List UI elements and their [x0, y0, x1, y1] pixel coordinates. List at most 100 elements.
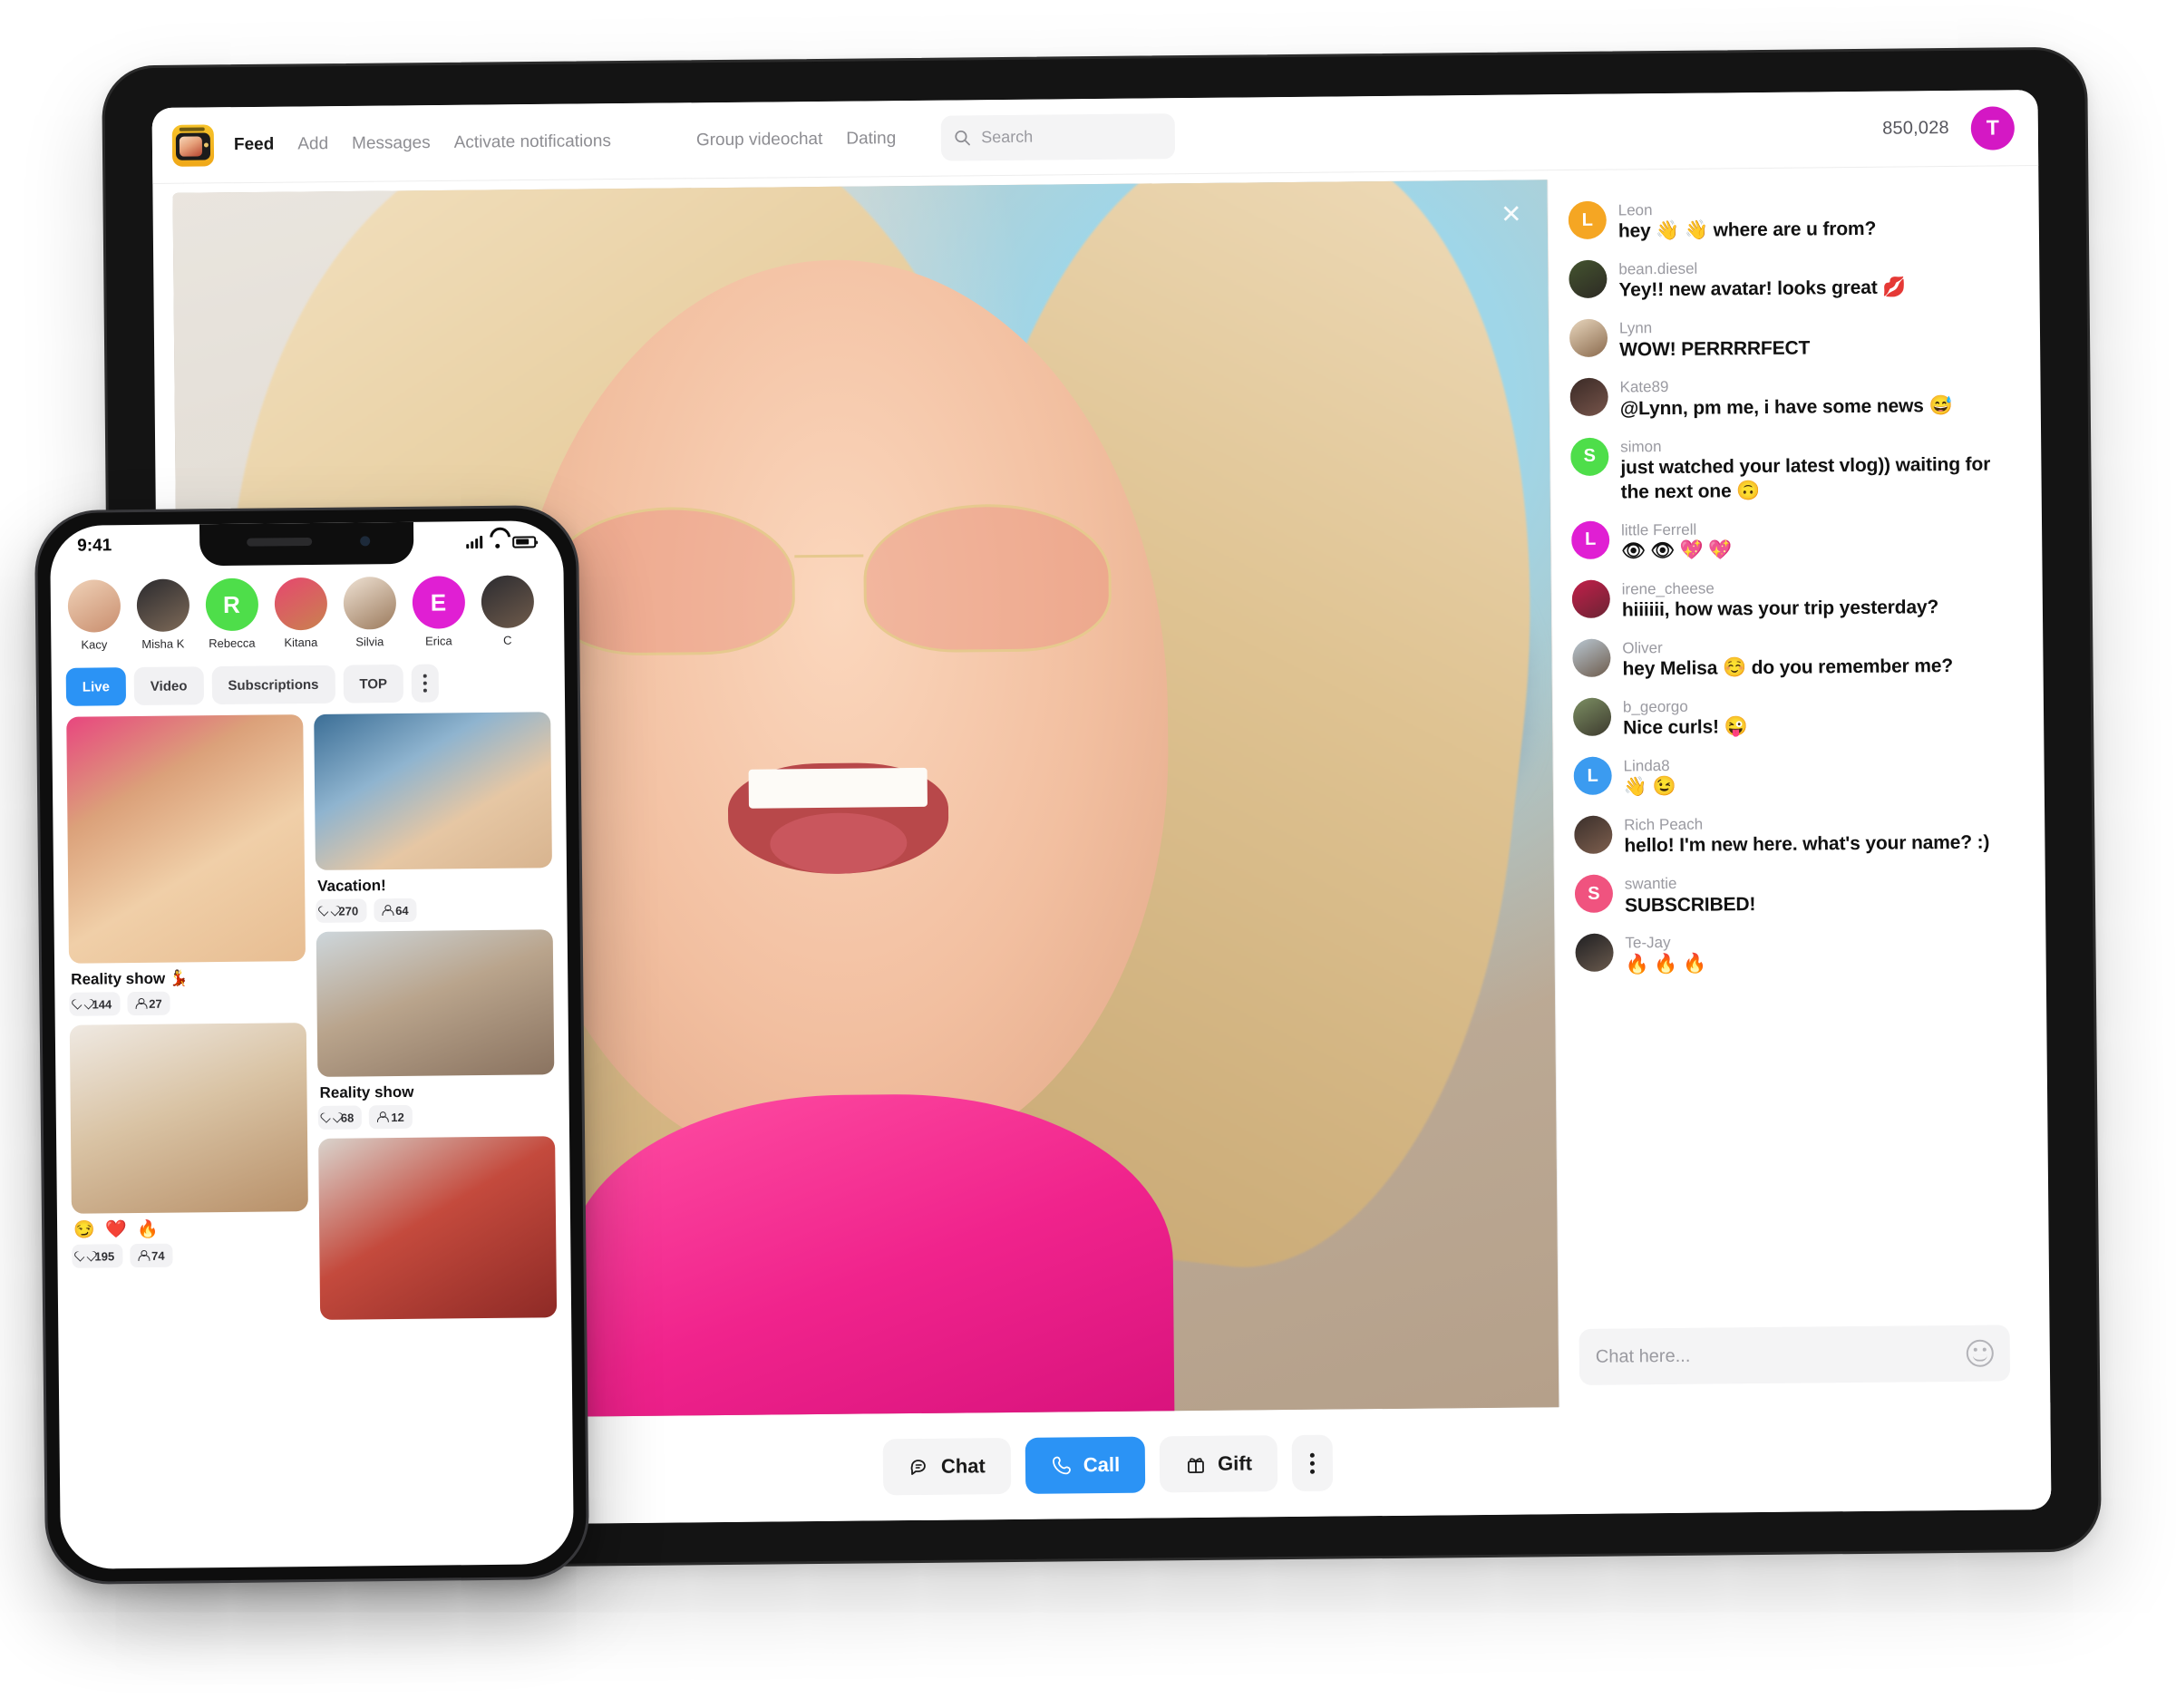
heart-icon — [324, 906, 335, 916]
chat-message[interactable]: Oliver hey Melisa ☺️ do you remember me? — [1572, 635, 2003, 683]
chat-text-block: Oliver hey Melisa ☺️ do you remember me? — [1622, 636, 1953, 683]
viewer-count: 64 — [374, 898, 417, 923]
chat-text-block: bean.diesel Yey!! new avatar! looks great… — [1618, 257, 1906, 304]
chat-message[interactable]: Lynn WOW! PERRRRFECT — [1569, 315, 2000, 364]
battery-icon — [512, 535, 537, 548]
emoji-icon[interactable] — [1966, 1339, 1994, 1367]
chat-avatar[interactable]: L — [1570, 520, 1610, 559]
feed-card-thumbnail[interactable] — [66, 714, 306, 964]
chat-message[interactable]: Llittle Ferrell 👁 👁 💖 💖 — [1570, 517, 2002, 565]
more-options-button[interactable] — [1291, 1434, 1334, 1492]
feed-card[interactable]: Reality show 💃 144 27 — [66, 714, 306, 1022]
chat-message[interactable]: Te-Jay 🔥 🔥 🔥 — [1575, 930, 2006, 978]
chat-message[interactable]: bean.diesel Yey!! new avatar! looks great… — [1569, 257, 1999, 305]
user-avatar[interactable]: T — [1970, 105, 2016, 150]
chat-message-list[interactable]: L Leon hey 👋 👋 where are u from? bean.diese… — [1568, 197, 2010, 1311]
person-icon — [135, 998, 145, 1009]
chat-button[interactable]: Chat — [882, 1437, 1012, 1496]
search-input[interactable]: Search — [940, 112, 1176, 161]
chat-message-text: 👁 👁 💖 💖 — [1621, 539, 1733, 562]
chat-input[interactable]: Chat here... — [1579, 1325, 2011, 1385]
viewer-count: 12 — [369, 1104, 413, 1130]
nav-item-activate-notifications[interactable]: Activate notifications — [454, 131, 611, 153]
wifi-icon — [490, 536, 505, 548]
viewer-count-value: 64 — [395, 903, 409, 917]
chat-avatar[interactable] — [1575, 933, 1614, 973]
chat-message[interactable]: Kate89 @Lynn, pm me, i have some news 😅 — [1569, 374, 2000, 422]
feed-tab-top[interactable]: TOP — [343, 664, 404, 704]
chat-avatar[interactable] — [1572, 638, 1611, 677]
feed-card-thumbnail[interactable] — [69, 1023, 308, 1214]
chat-avatar[interactable]: S — [1574, 874, 1614, 914]
stories-strip[interactable]: Kacy Misha K R Rebecca Kitana Silvia E Erica C — [50, 562, 564, 661]
chat-username: Lynn — [1618, 319, 1653, 337]
chat-input-container: Chat here... — [1579, 1306, 2011, 1407]
nav-item-dating[interactable]: Dating — [846, 129, 896, 150]
chat-avatar[interactable] — [1571, 579, 1611, 618]
story-item[interactable]: Silvia — [341, 577, 399, 649]
chat-avatar[interactable] — [1572, 697, 1612, 736]
feed-card-thumbnail[interactable] — [316, 929, 555, 1077]
status-indicators — [466, 535, 537, 549]
chat-message-text: just watched your latest vlog)) waiting … — [1620, 453, 1991, 503]
feed-tabs-more-button[interactable] — [411, 664, 440, 703]
person-icon — [138, 1250, 148, 1261]
chat-avatar[interactable] — [1569, 377, 1608, 417]
story-item[interactable]: Misha K — [134, 578, 192, 651]
story-item[interactable]: Kacy — [65, 579, 123, 652]
chat-avatar[interactable]: L — [1573, 756, 1612, 795]
feed-card[interactable]: Reality show 68 12 — [316, 929, 555, 1135]
gift-button[interactable]: Gift — [1159, 1435, 1278, 1493]
nav-item-group-videochat[interactable]: Group videochat — [696, 129, 823, 150]
feed-tab-live[interactable]: Live — [65, 667, 127, 706]
story-avatar[interactable] — [481, 575, 534, 629]
story-avatar[interactable] — [274, 577, 327, 631]
feed-card[interactable]: Vacation! 270 64 — [314, 712, 552, 928]
chat-message[interactable]: irene_cheese hiiiiii, how was your trip y… — [1571, 576, 2003, 624]
feed-card[interactable] — [318, 1136, 558, 1320]
chat-message[interactable]: b_georgo Nice curls! 😜 — [1572, 694, 2004, 742]
feed-card-thumbnail[interactable] — [318, 1136, 558, 1320]
chat-avatar[interactable]: L — [1568, 200, 1607, 240]
tv-app-logo-icon[interactable] — [171, 123, 215, 167]
feed-card-thumbnail[interactable] — [314, 712, 552, 870]
chat-message[interactable]: L Leon hey 👋 👋 where are u from? — [1568, 197, 1999, 245]
chat-message[interactable]: Rich Peach hello! I'm new here. what's yo… — [1574, 812, 2005, 860]
nav-item-add[interactable]: Add — [297, 134, 328, 154]
feed-filter-tabs: Live Video Subscriptions TOP — [52, 655, 566, 717]
close-icon[interactable]: ✕ — [1495, 198, 1528, 230]
chat-avatar[interactable] — [1574, 815, 1613, 855]
call-button[interactable]: Call — [1025, 1436, 1146, 1494]
chat-username: Leon — [1617, 201, 1653, 219]
story-item[interactable]: E Erica — [410, 576, 468, 648]
story-avatar[interactable]: R — [205, 577, 258, 632]
feed-tab-video[interactable]: Video — [133, 666, 204, 706]
feed-card[interactable]: 😏 ❤️ 🔥 195 74 — [69, 1023, 309, 1274]
viewer-count-value: 12 — [391, 1110, 404, 1124]
story-name: C — [503, 633, 512, 647]
story-avatar[interactable] — [67, 579, 121, 633]
story-avatar[interactable] — [343, 577, 396, 630]
nav-item-messages[interactable]: Messages — [352, 133, 431, 154]
chat-avatar[interactable] — [1569, 318, 1608, 358]
chat-message[interactable]: Ssimon just watched your latest vlog)) wa… — [1570, 433, 2002, 506]
story-item[interactable]: R Rebecca — [203, 577, 261, 651]
chat-message[interactable]: Sswantie SUBSCRIBED! — [1574, 871, 2006, 919]
story-avatar[interactable] — [136, 578, 189, 632]
person-icon — [382, 905, 392, 916]
story-item[interactable]: Kitana — [272, 577, 330, 650]
chat-avatar[interactable]: S — [1570, 437, 1609, 476]
nav-item-feed[interactable]: Feed — [234, 134, 275, 154]
phone-screen: 9:41 Kacy Misha K R Rebecca Kitana Silvia E Eri… — [49, 520, 575, 1569]
feed-tab-subscriptions[interactable]: Subscriptions — [211, 665, 335, 705]
search-icon — [955, 130, 971, 146]
video-subject-glasses-right — [862, 502, 1112, 654]
like-count: 195 — [72, 1244, 123, 1268]
chat-message[interactable]: L Linda8 👋 😉 — [1573, 752, 2004, 801]
story-avatar[interactable]: E — [412, 576, 465, 629]
feed-card-stats: 195 74 — [72, 1240, 308, 1274]
phone-device: 9:41 Kacy Misha K R Rebecca Kitana Silvia E Eri… — [34, 504, 590, 1586]
story-name: Rebecca — [209, 636, 256, 651]
chat-avatar[interactable] — [1569, 259, 1608, 299]
story-item[interactable]: C — [479, 575, 537, 647]
